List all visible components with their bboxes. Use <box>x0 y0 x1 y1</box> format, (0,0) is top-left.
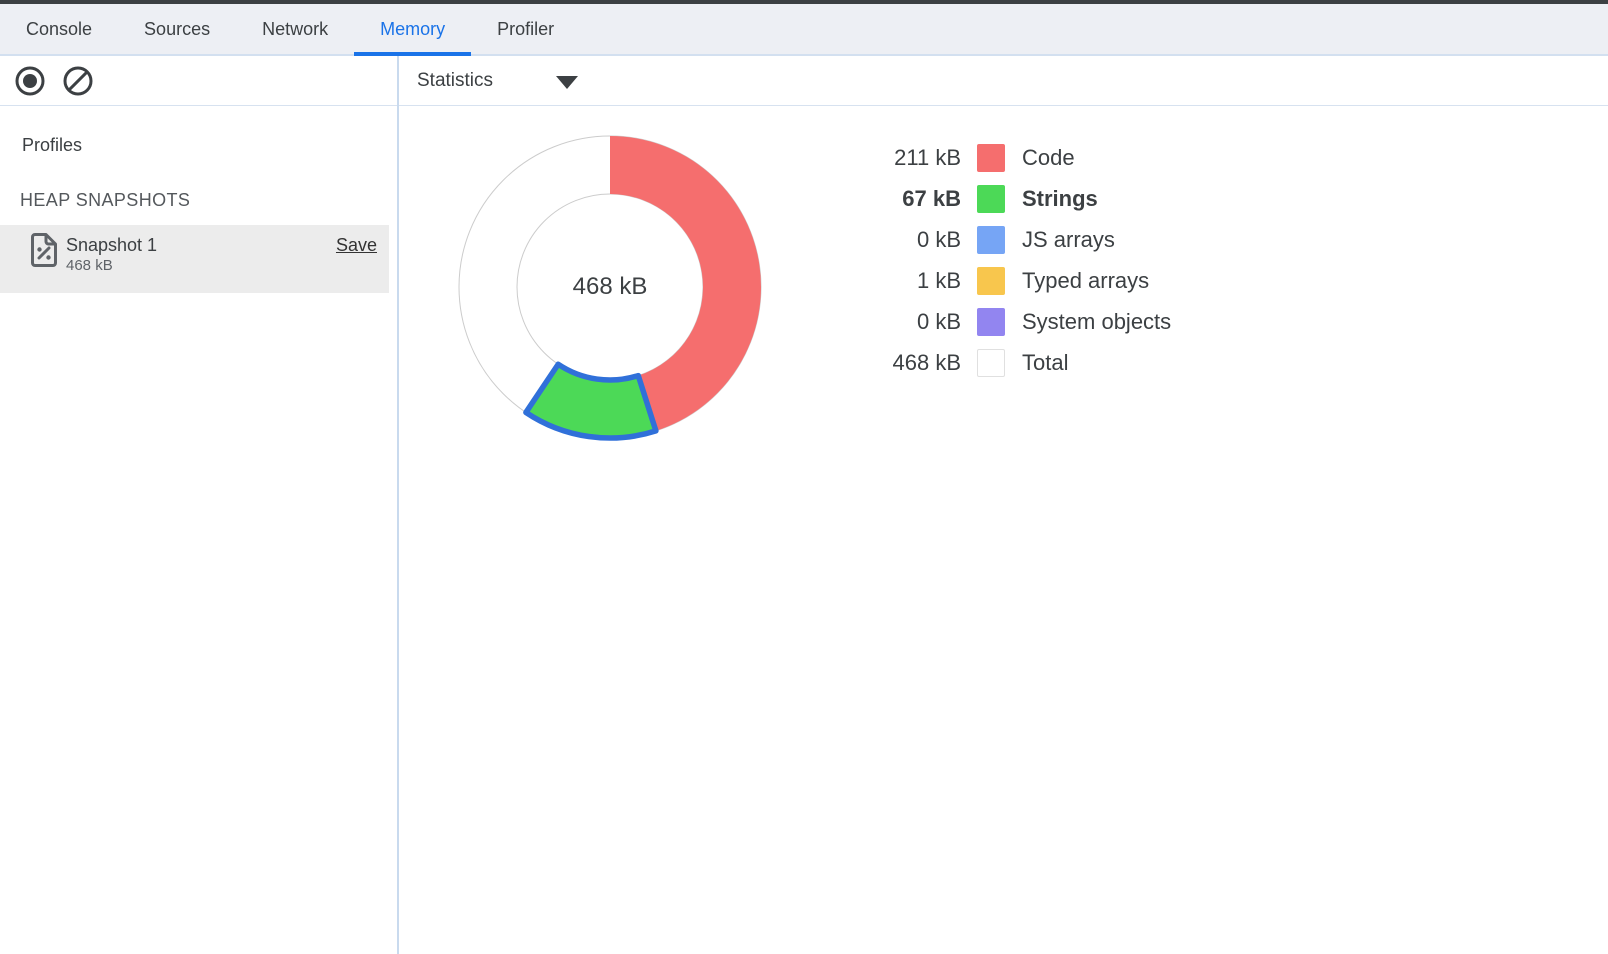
tab-console[interactable]: Console <box>0 4 118 54</box>
legend-label: System objects <box>1022 309 1171 335</box>
tab-sources[interactable]: Sources <box>118 4 236 54</box>
legend-row-system-objects: 0 kB System objects <box>850 301 1171 342</box>
snapshot-list-item[interactable]: Snapshot 1 468 kB Save <box>0 225 389 293</box>
donut-segment-strings[interactable] <box>526 364 656 438</box>
legend-value: 0 kB <box>850 227 961 253</box>
profiles-sidebar: Profiles HEAP SNAPSHOTS Snapshot 1 468 k… <box>0 107 397 954</box>
heap-snapshots-section-header: HEAP SNAPSHOTS <box>20 190 190 211</box>
legend-swatch-code <box>977 144 1005 172</box>
legend-label: Code <box>1022 145 1075 171</box>
legend-label: JS arrays <box>1022 227 1115 253</box>
perspective-select[interactable]: Statistics <box>417 56 493 105</box>
legend-value: 1 kB <box>850 268 961 294</box>
perspective-select-label: Statistics <box>417 70 493 92</box>
memory-toolbar: Statistics <box>0 56 1608 106</box>
tab-network[interactable]: Network <box>236 4 354 54</box>
panel-tab-bar: ConsoleSourcesNetworkMemoryProfiler <box>0 4 1608 56</box>
tab-profiler[interactable]: Profiler <box>471 4 580 54</box>
statistics-view: 468 kB 211 kB Code 67 kB Strings 0 kB JS arra… <box>399 107 1608 954</box>
dropdown-caret-icon <box>556 76 578 89</box>
tab-memory[interactable]: Memory <box>354 4 471 54</box>
legend-label: Total <box>1022 350 1068 376</box>
legend-row-js-arrays: 0 kB JS arrays <box>850 219 1171 260</box>
record-heap-snapshot-button[interactable] <box>13 64 47 98</box>
profiles-header: Profiles <box>22 135 82 156</box>
legend-row-code: 211 kB Code <box>850 137 1171 178</box>
snapshot-name: Snapshot 1 <box>66 235 157 256</box>
heap-snapshot-document-icon <box>31 233 57 272</box>
devtools-window: ConsoleSourcesNetworkMemoryProfiler Stat… <box>0 0 1608 954</box>
donut-total-label: 468 kB <box>540 273 680 301</box>
legend-swatch-strings <box>977 185 1005 213</box>
legend-value: 468 kB <box>850 350 961 376</box>
legend-label: Typed arrays <box>1022 268 1149 294</box>
clear-profiles-button[interactable] <box>61 64 95 98</box>
statistics-legend: 211 kB Code 67 kB Strings 0 kB JS arrays 1 kB T… <box>850 137 1171 383</box>
record-icon <box>13 64 47 98</box>
clear-icon <box>61 64 95 98</box>
legend-swatch-typed-arrays <box>977 267 1005 295</box>
legend-swatch-js-arrays <box>977 226 1005 254</box>
legend-row-strings: 67 kB Strings <box>850 178 1171 219</box>
legend-swatch-total <box>977 349 1005 377</box>
legend-row-typed-arrays: 1 kB Typed arrays <box>850 260 1171 301</box>
legend-value: 211 kB <box>850 145 961 171</box>
legend-value: 67 kB <box>850 186 961 212</box>
legend-value: 0 kB <box>850 309 961 335</box>
snapshot-size: 468 kB <box>66 257 113 274</box>
legend-row-total: 468 kB Total <box>850 342 1171 383</box>
legend-swatch-system-objects <box>977 308 1005 336</box>
legend-label: Strings <box>1022 186 1098 212</box>
save-snapshot-link[interactable]: Save <box>336 235 377 256</box>
